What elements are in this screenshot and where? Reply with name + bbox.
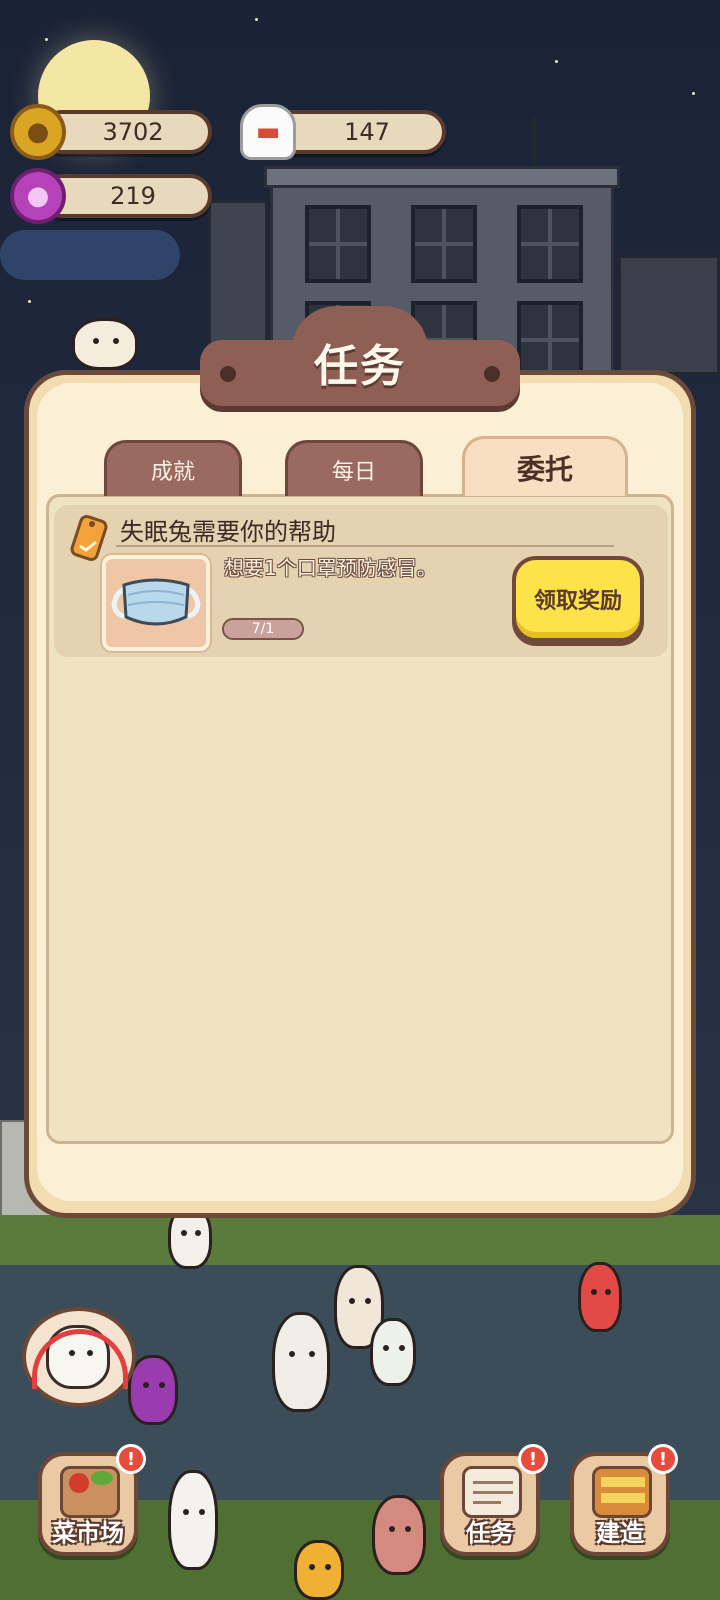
task-title: 失眠兔需要你的帮助	[120, 518, 336, 546]
dialog-title: 任务	[314, 341, 406, 392]
task-scroll-icon	[462, 1466, 522, 1518]
chef-dog-character[interactable]	[272, 1312, 330, 1412]
chef-hat-icon: ▬	[240, 104, 296, 160]
duck-avatar-button[interactable]	[22, 1307, 136, 1407]
tab-daily[interactable]: 每日	[285, 440, 423, 496]
coin-value: 3702	[102, 118, 164, 146]
vegetable-basket-icon	[60, 1466, 120, 1518]
star	[255, 18, 258, 21]
task-tag-icon	[70, 515, 108, 561]
billboard	[618, 255, 720, 375]
purple-skater-character[interactable]	[128, 1355, 178, 1425]
market-button[interactable]: 菜市场 !	[38, 1444, 146, 1556]
paw-gem-icon: ●	[10, 168, 66, 224]
bandaged-character[interactable]	[370, 1318, 416, 1386]
roof-antenna	[532, 115, 536, 170]
building-window	[305, 205, 371, 283]
chef-hat-counter: 147	[270, 110, 446, 154]
market-label: 菜市场	[52, 1519, 124, 1547]
dialog-title-plaque: 任务	[200, 306, 520, 408]
paw-coin-icon: ●	[10, 104, 66, 160]
task-description: 想要1个口罩预防感冒。	[224, 556, 437, 580]
build-button[interactable]: 建造 !	[570, 1444, 678, 1556]
tab-commission[interactable]: 委托	[462, 436, 628, 496]
building-window	[517, 301, 583, 379]
paw-gem-value: 219	[110, 182, 156, 210]
building-roof	[264, 166, 620, 188]
market-alert-badge: !	[116, 1444, 146, 1474]
rooster-character[interactable]	[294, 1540, 344, 1600]
task-item-slot	[102, 555, 210, 651]
star	[28, 300, 31, 303]
red-bird-character[interactable]	[578, 1262, 622, 1332]
cloud	[0, 230, 180, 280]
build-store-icon	[592, 1466, 652, 1518]
building-window	[517, 205, 583, 283]
headphones-icon	[32, 1329, 128, 1389]
build-label: 建造	[596, 1519, 644, 1547]
cat-character[interactable]	[72, 318, 138, 370]
grass-strip	[0, 1215, 720, 1265]
task-progress: 7/1	[222, 618, 304, 640]
face-mask-icon	[111, 578, 201, 626]
tab-achievements[interactable]: 成就	[104, 440, 242, 496]
tasks-nav-label: 任务	[466, 1519, 514, 1547]
star	[692, 92, 695, 95]
build-alert-badge: !	[648, 1444, 678, 1474]
task-progress-text: 7/1	[251, 621, 275, 637]
building-window	[411, 205, 477, 283]
tasks-alert-badge: !	[518, 1444, 548, 1474]
claim-reward-button[interactable]: 领取奖励	[512, 556, 644, 642]
star	[555, 60, 558, 63]
pig-character[interactable]	[372, 1495, 426, 1575]
butler-rabbit-character[interactable]	[168, 1470, 218, 1570]
task-divider	[116, 545, 614, 547]
chef-hat-value: 147	[344, 118, 390, 146]
tasks-nav-button[interactable]: 任务 !	[440, 1444, 548, 1556]
star	[45, 38, 48, 41]
